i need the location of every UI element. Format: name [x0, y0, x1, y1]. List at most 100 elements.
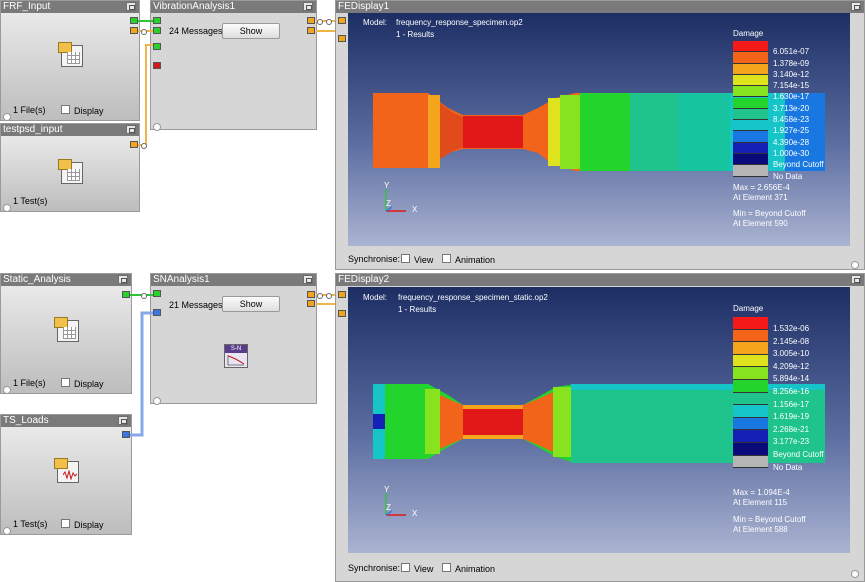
connector-node[interactable] [317, 293, 323, 299]
output-pad[interactable] [307, 27, 315, 34]
legend-label: 1.630e-17 [773, 92, 810, 102]
min-value: Min = Beyond Cutoff [733, 515, 806, 524]
time-series-icon[interactable] [54, 458, 79, 483]
sync-animation-checkbox[interactable] [442, 563, 451, 572]
sn-graph-icon [227, 355, 245, 366]
output-pad[interactable] [307, 291, 315, 298]
legend-swatch [733, 417, 768, 431]
fe-viewport-2[interactable]: Model: frequency_response_specimen_stati… [348, 287, 850, 553]
sync-view-label: View [414, 564, 434, 574]
glyph-body: 1 Test(s) [1, 136, 139, 212]
minimize-button[interactable] [126, 2, 136, 11]
legend-label: 3.140e-12 [773, 69, 810, 79]
legend-label: 7.154e-15 [773, 81, 810, 91]
glyph-title: Static_Analysis [1, 274, 131, 286]
output-pad[interactable] [122, 291, 130, 298]
input-pad[interactable] [338, 291, 346, 298]
corner-handle [153, 397, 161, 405]
minimize-button[interactable] [118, 416, 128, 425]
legend-swatch [733, 74, 768, 87]
messages-count: 24 Messages [169, 26, 223, 36]
input-pad[interactable] [153, 27, 161, 34]
legend-swatch [733, 405, 768, 418]
display-checkbox[interactable] [61, 519, 70, 528]
glyph-body: 24 Messages Show [151, 13, 316, 131]
legend-title: Damage [733, 29, 764, 38]
show-messages-button[interactable]: Show [222, 296, 280, 312]
minimize-button[interactable] [303, 275, 313, 284]
corner-handle [3, 204, 11, 212]
legend-swatch [733, 354, 768, 368]
minimize-button[interactable] [851, 275, 861, 284]
legend-label: 1.532e-06 [773, 323, 810, 333]
input-pad[interactable] [338, 310, 346, 317]
sync-label: Synchronise: [348, 563, 401, 573]
file-input-icon[interactable] [54, 317, 79, 342]
legend-title: Damage [733, 304, 764, 313]
testpsd-input-glyph[interactable]: testpsd_input 1 Test(s) [0, 123, 140, 212]
legend-swatch [733, 97, 768, 109]
test-count: 1 Test(s) [13, 519, 48, 529]
glyph-title: TS_Loads [1, 415, 131, 427]
input-pad[interactable] [153, 309, 161, 316]
connector-node[interactable] [141, 293, 147, 299]
ts-loads-glyph[interactable]: TS_Loads 1 Test(s) Display [0, 414, 132, 535]
sn-analysis-glyph[interactable]: SNAnalysis1 21 Messages Show S-N [150, 273, 317, 405]
connector-node[interactable] [141, 143, 147, 149]
fe-viewport-1[interactable]: Model: frequency_response_specimen.op2 1… [348, 13, 850, 246]
minimize-button[interactable] [126, 125, 136, 134]
output-pad[interactable] [307, 17, 315, 24]
connector-node[interactable] [317, 19, 323, 25]
corner-handle [3, 386, 11, 394]
legend-swatch [733, 392, 768, 406]
sync-view-checkbox[interactable] [401, 563, 410, 572]
output-pad[interactable] [130, 141, 138, 148]
frf-input-glyph[interactable]: FRF_Input 1 File(s) Display [0, 0, 140, 121]
connector-node[interactable] [326, 293, 332, 299]
connector-node[interactable] [141, 29, 147, 35]
legend-swatch [733, 342, 768, 355]
min-value: Min = Beyond Cutoff [733, 209, 806, 218]
corner-handle [3, 113, 11, 121]
axis-x-label: X [412, 205, 418, 214]
axis-y-label: Y [384, 181, 390, 190]
sync-animation-checkbox[interactable] [442, 254, 451, 263]
connector-node[interactable] [326, 19, 332, 25]
sn-curve-icon[interactable]: S-N [224, 344, 248, 368]
resize-handle[interactable] [851, 261, 859, 269]
static-analysis-glyph[interactable]: Static_Analysis 1 File(s) Display [0, 273, 132, 394]
sync-label: Synchronise: [348, 254, 401, 264]
input-pad[interactable] [153, 290, 161, 297]
legend-label: 3.005e-10 [773, 349, 810, 359]
glyph-title: FEDisplay2 [336, 274, 864, 286]
resize-handle[interactable] [851, 570, 859, 578]
test-input-icon[interactable] [58, 159, 83, 184]
legend-label: 1.619e-19 [773, 412, 810, 422]
minimize-button[interactable] [118, 275, 128, 284]
legend-swatch [733, 154, 768, 166]
input-pad[interactable] [338, 17, 346, 24]
output-pad[interactable] [130, 17, 138, 24]
corner-handle [3, 527, 11, 535]
sync-bar-1: Synchronise: [348, 254, 400, 264]
legend-label: 3.713e-20 [773, 103, 810, 113]
axis-z-label: Z [386, 503, 391, 512]
input-pad[interactable] [153, 62, 161, 69]
file-input-icon[interactable] [58, 42, 83, 67]
legend-label: No Data [773, 171, 803, 181]
display-checkbox[interactable] [61, 378, 70, 387]
sync-view-checkbox[interactable] [401, 254, 410, 263]
legend-swatch [733, 430, 768, 443]
vibration-analysis-glyph[interactable]: VibrationAnalysis1 24 Messages Show [150, 0, 317, 131]
show-messages-button[interactable]: Show [222, 23, 280, 39]
axis-y-label: Y [384, 485, 390, 494]
input-pad[interactable] [153, 43, 161, 50]
output-pad[interactable] [130, 27, 138, 34]
input-pad[interactable] [338, 35, 346, 42]
minimize-button[interactable] [851, 2, 861, 11]
output-pad[interactable] [307, 300, 315, 307]
minimize-button[interactable] [303, 2, 313, 11]
display-checkbox[interactable] [61, 105, 70, 114]
output-pad[interactable] [122, 431, 130, 438]
input-pad[interactable] [153, 17, 161, 24]
